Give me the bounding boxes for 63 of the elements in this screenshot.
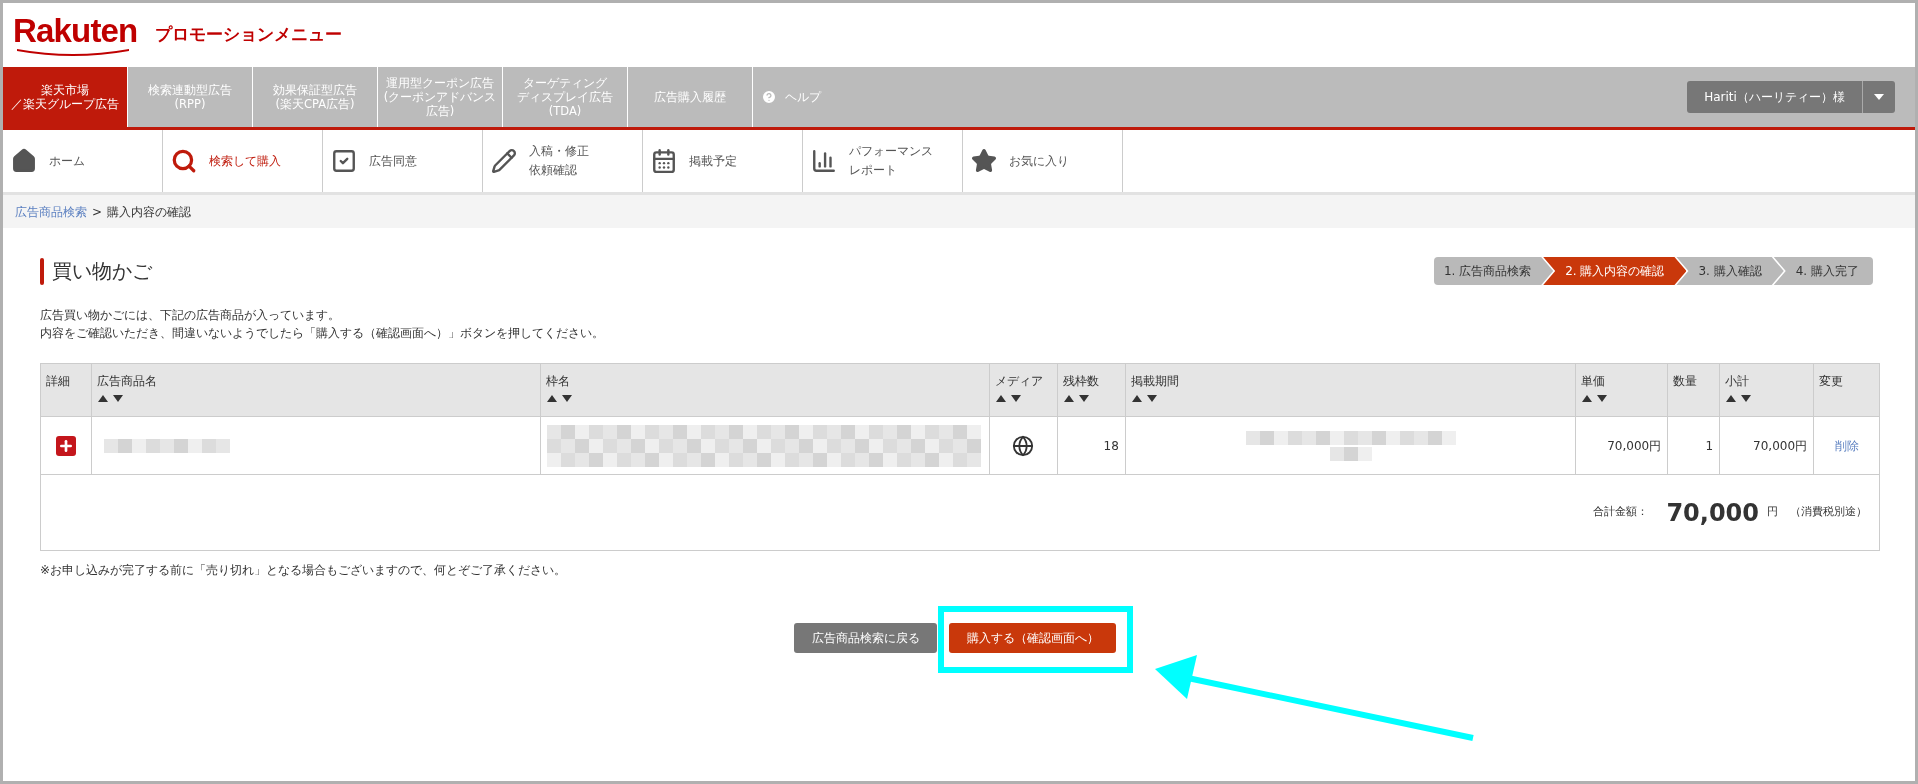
total-label: 合計金額： xyxy=(1593,504,1649,521)
column-header[interactable]: 広告商品名 xyxy=(91,364,542,416)
column-header: 詳細 xyxy=(41,364,92,416)
menu-item[interactable]: ホーム xyxy=(3,130,163,192)
nav-tab[interactable]: 楽天市場 ／楽天グループ広告 xyxy=(3,67,128,127)
sort-icon[interactable] xyxy=(1130,394,1159,403)
globe-icon xyxy=(1012,434,1035,457)
checkbox-icon xyxy=(331,148,357,174)
menu-item[interactable]: お気に入り xyxy=(963,130,1123,192)
notice-text: ※お申し込みが完了する前に「売り切れ」となる場合もございますので、何とぞご了承ください。 xyxy=(40,562,568,579)
sort-icon[interactable] xyxy=(994,394,1023,403)
table-cell: 70,000円 xyxy=(1576,417,1669,474)
chart-icon xyxy=(811,148,837,174)
step-indicator: 1. 広告商品検索 xyxy=(1433,257,1554,285)
currency-unit: 円 xyxy=(1767,504,1778,521)
search-icon xyxy=(171,148,197,174)
back-button[interactable]: 広告商品検索に戻る xyxy=(794,623,937,653)
menu-item[interactable]: 検索して購入 xyxy=(163,130,323,192)
column-header[interactable]: 小計 xyxy=(1720,364,1815,416)
breadcrumb-link[interactable]: 広告商品検索 xyxy=(15,202,87,221)
sort-icon[interactable] xyxy=(1725,394,1754,403)
breadcrumb-separator: > xyxy=(92,203,103,221)
step-indicator: 4. 購入完了 xyxy=(1773,257,1873,285)
star-icon xyxy=(971,148,997,174)
menu-item[interactable]: パフォーマンス レポート xyxy=(803,130,963,192)
menu-item[interactable]: 広告同意 xyxy=(323,130,483,192)
sort-icon[interactable] xyxy=(1581,394,1610,403)
purchase-button[interactable]: 購入する（確認画面へ） xyxy=(949,623,1116,653)
delete-link[interactable]: 削除 xyxy=(1834,436,1859,455)
column-header: 変更 xyxy=(1818,373,1845,390)
step-indicator: 2. 購入内容の確認 xyxy=(1543,257,1687,285)
intro-text: 広告買い物かごには、下記の広告商品が入っています。 xyxy=(40,307,341,324)
column-header: 数量 xyxy=(1668,364,1721,416)
column-header[interactable]: 掲載期間 xyxy=(1125,364,1577,416)
column-header[interactable]: 残枠数 xyxy=(1057,364,1126,416)
tax-note: （消費税別途） xyxy=(1790,504,1867,521)
step-indicator: 3. 購入確認 xyxy=(1676,257,1784,285)
page-title: 買い物かご xyxy=(52,258,152,285)
breadcrumb-current: 購入内容の確認 xyxy=(107,203,192,221)
caret-icon xyxy=(1874,94,1884,100)
intro-text: 内容をご確認いただき、間違いないようでしたら「購入する（確認画面へ）」ボタンを押してください。 xyxy=(40,325,605,342)
sort-icon[interactable] xyxy=(96,394,125,403)
menu-item[interactable]: 入稿・修正 依頼確認 xyxy=(483,130,643,192)
home-icon xyxy=(11,148,37,174)
total-amount: 70,000 xyxy=(1666,497,1759,529)
plus-icon xyxy=(57,437,74,454)
dropdown-button[interactable] xyxy=(1863,81,1895,113)
header-title: プロモーションメニュー xyxy=(155,23,343,47)
column-header[interactable]: 単価 xyxy=(1576,364,1669,416)
expand-button[interactable] xyxy=(55,435,76,456)
table-cell: 18 xyxy=(1057,417,1126,474)
table-cell: 1 xyxy=(1668,417,1721,474)
sort-icon[interactable] xyxy=(1062,394,1091,403)
table-cell: 70,000円 xyxy=(1720,417,1815,474)
pencil-icon xyxy=(491,148,517,174)
sort-icon[interactable] xyxy=(546,394,575,403)
help-icon xyxy=(761,89,777,105)
user-menu-button[interactable]: Hariti（ハーリティー）様 xyxy=(1687,81,1863,113)
calendar-icon xyxy=(651,148,677,174)
logo[interactable]: Rakuten xyxy=(13,13,138,57)
column-header[interactable]: 枠名 xyxy=(541,364,990,416)
column-header[interactable]: メディア xyxy=(989,364,1058,416)
menu-item[interactable]: 掲載予定 xyxy=(643,130,803,192)
